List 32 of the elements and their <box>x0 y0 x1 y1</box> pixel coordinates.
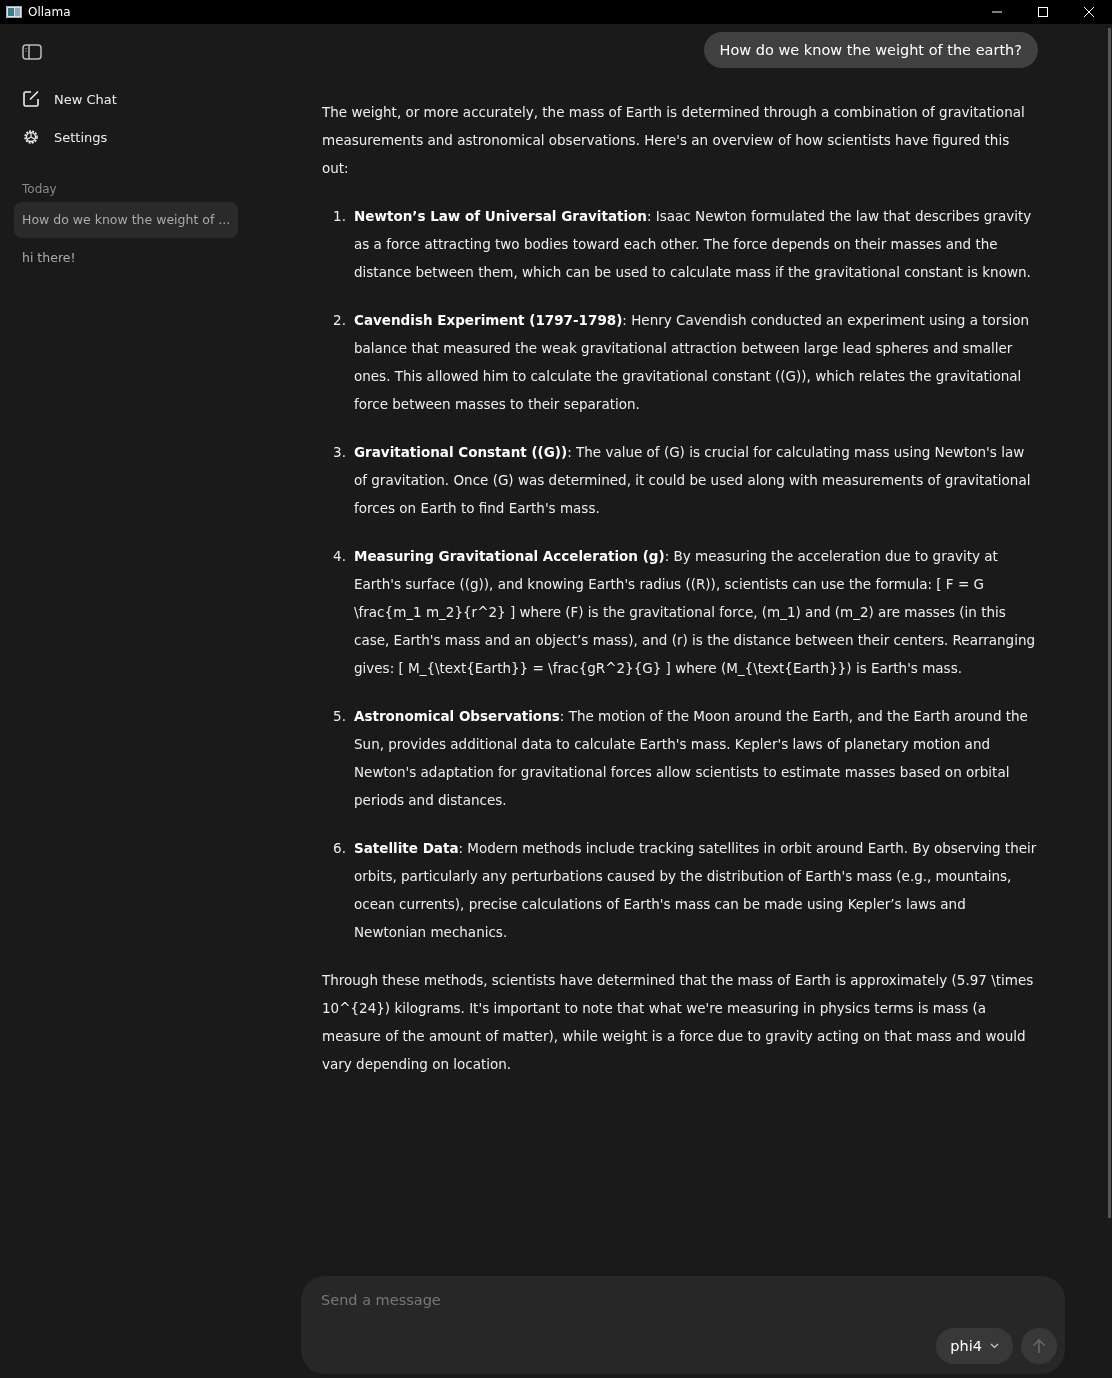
scrollbar[interactable] <box>1108 28 1111 1218</box>
list-number: 6. <box>332 839 347 858</box>
caret-icon <box>990 1343 999 1349</box>
list-item-text: Astronomical Observations: The motion of the Moon around the Earth, and the Earth around the Sun, provides additional data to calculate Earth's mass. Kepler's laws of planetary motion and Newton's adaptation for gravitational forces allow scientists to estimate masses based on orbital periods and distances. <box>354 707 1029 810</box>
list-item-text: Newton’s Law of Universal Gravitation: Isaac Newton formulated the law that describes gravity as a force attracting two bodies toward each other. The force depends on their masses and the distance between them, which can be used to calculate mass if the gravitational constant is known. <box>354 207 1033 282</box>
app-icon <box>6 6 22 18</box>
list-item-text: Satellite Data: Modern methods include tracking satellites in orbit around Earth. By observing their orbits, particularly any perturbations caused by the distribution of Earth's mass (e.g., mountains, ocean currents), precise calculations of Earth's mass can be made using Kepler’s laws and Newtonian mechanics. <box>354 839 1038 942</box>
sidebar-action[interactable]: Settings <box>14 118 238 156</box>
list-number: 5. <box>332 707 347 726</box>
maximize-icon[interactable] <box>1037 6 1049 18</box>
chat-item[interactable]: hi there! <box>14 240 238 276</box>
list-number: 2. <box>332 311 347 330</box>
settings-icon <box>22 128 40 146</box>
answer-paragraph: The weight, or more accurately, the mass of Earth is determined through a combination of gravitational measurements and astronomical observations. Here's an overview of how scientists have figured this out: <box>322 103 1026 178</box>
user-message: How do we know the weight of the earth? <box>703 32 1038 68</box>
chat-item[interactable]: How do we know the weight of ... <box>14 202 238 238</box>
edit-icon <box>22 90 40 108</box>
list-number: 3. <box>332 443 347 462</box>
answer-paragraph: Through these methods, scientists have determined that the mass of Earth is approximately (5.97 \times 10^{24}) kilograms. It's important to note that what we're measuring in physics terms is mass (a measure of the amount of matter), while weight is a force due to gravity acting on that mass and would vary depending on location. <box>322 971 1035 1074</box>
window-title: Ollama <box>28 5 71 19</box>
list-item-text: Cavendish Experiment (1797-1798): Henry Cavendish conducted an experiment using a torsion balance that measured the weak gravitational attraction between large lead spheres and smaller ones. This allowed him to calculate the gravitational constant ((G)), which relates the gravitational force between masses to their separation. <box>354 311 1030 414</box>
model-selector[interactable]: phi4 <box>936 1328 1013 1364</box>
list-number: 1. <box>332 207 347 226</box>
close-icon[interactable] <box>1083 6 1095 18</box>
sidebar-toggle-icon[interactable] <box>22 44 42 60</box>
section-heading: Today <box>22 182 58 196</box>
sidebar-action[interactable]: New Chat <box>14 80 238 118</box>
arrow-up-icon <box>1032 1338 1046 1354</box>
list-item-text: Gravitational Constant ((G)): The value of (G) is crucial for calculating mass using Newton's law of gravitation. Once (G) was determined, it could be used along with measurements of gravitational forces on Earth to find Earth's mass. <box>354 443 1032 518</box>
message-composer[interactable]: Send a message phi4 <box>301 1276 1065 1374</box>
list-item-text: Measuring Gravitational Acceleration (g): By measuring the acceleration due to gravity at Earth's surface ((g)), and knowing Earth's radius ((R)), scientists can use the formula: [ F = G \frac{m_1 m_2}{r^2} ] where (F) is the gravitational force, (m_1) and (m_2) are masses (in this case, Earth's mass and an object’s mass), and (r) is the distance between their centers. Rearranging gives: [ M_{\text{Earth}} = \frac{gR^2}{G} ] where (M_{\text{Earth}}) is Earth's mass. <box>354 547 1037 678</box>
list-number: 4. <box>332 547 347 566</box>
